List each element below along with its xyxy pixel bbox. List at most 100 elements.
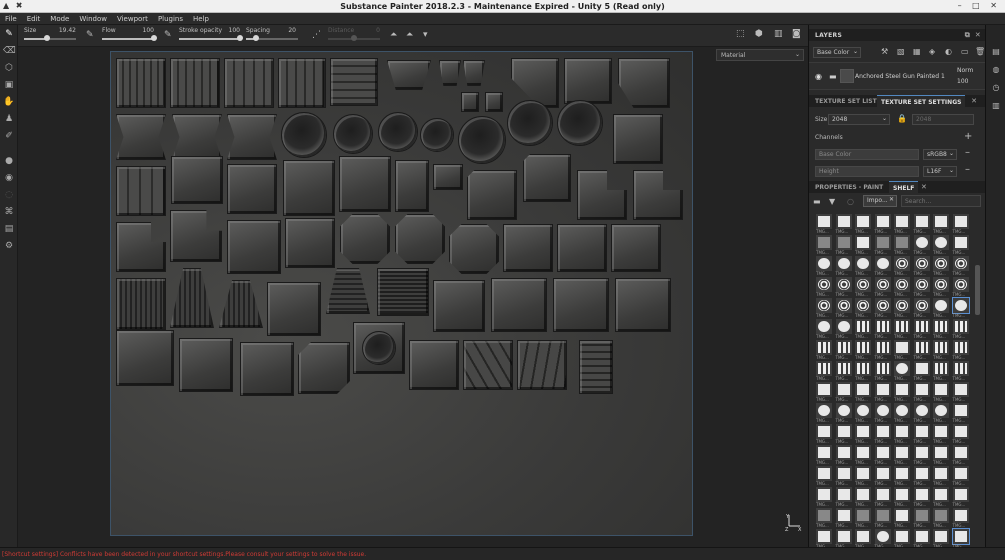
shelf-item[interactable]: TMG... bbox=[815, 508, 833, 529]
flow-slider[interactable] bbox=[102, 35, 157, 41]
shelf-item[interactable]: TMG... bbox=[893, 403, 911, 424]
shelf-item[interactable]: TMG... bbox=[913, 424, 931, 445]
shelf-item[interactable]: TMG... bbox=[815, 403, 833, 424]
shelf-item[interactable]: TMG... bbox=[854, 340, 872, 361]
shelf-item[interactable]: TMG... bbox=[893, 424, 911, 445]
shelf-item[interactable]: TMG... bbox=[854, 382, 872, 403]
shelf-item[interactable]: TMG... bbox=[913, 340, 931, 361]
shelf-item[interactable]: TMG... bbox=[932, 445, 950, 466]
shelf-item[interactable]: TMG... bbox=[835, 256, 853, 277]
add-effect-icon[interactable]: ⚒ bbox=[881, 47, 888, 56]
shelf-item[interactable]: TMG... bbox=[913, 445, 931, 466]
tab-texture-set-settings[interactable]: TEXTURE SET SETTINGS bbox=[877, 95, 966, 107]
shelf-item[interactable]: TMG... bbox=[815, 445, 833, 466]
menu-edit[interactable]: Edit bbox=[22, 13, 46, 23]
shelf-item[interactable]: TMG... bbox=[835, 403, 853, 424]
shelf-item[interactable]: TMG... bbox=[893, 277, 911, 298]
stroke-opacity-value[interactable]: 100 bbox=[224, 27, 240, 34]
shelf-item[interactable]: TMG... bbox=[854, 361, 872, 382]
symmetry-options-icon[interactable]: ▾ bbox=[423, 30, 428, 40]
shelf-item[interactable]: TMG... bbox=[874, 277, 892, 298]
shelf-item[interactable]: TMG... bbox=[893, 466, 911, 487]
shelf-item[interactable]: TMG... bbox=[932, 214, 950, 235]
shelf-item[interactable]: TMG... bbox=[932, 529, 950, 547]
shelf-item[interactable]: TMG... bbox=[913, 277, 931, 298]
shelf-item[interactable]: TMG... bbox=[815, 529, 833, 547]
remove-channel-icon[interactable]: – bbox=[965, 147, 970, 158]
shelf-item[interactable]: TMG... bbox=[893, 298, 911, 319]
shelf-item[interactable]: TMG... bbox=[952, 424, 970, 445]
shelf-item[interactable]: TMG... bbox=[952, 403, 970, 424]
remove-channel-icon[interactable]: – bbox=[965, 164, 970, 175]
eraser-icon[interactable]: ⌫ bbox=[3, 45, 16, 57]
shelf-item[interactable]: TMG... bbox=[874, 466, 892, 487]
shelf-item[interactable]: TMG... bbox=[932, 508, 950, 529]
shelf-item[interactable]: TMG... bbox=[952, 319, 970, 340]
shelf-item[interactable]: TMG... bbox=[913, 382, 931, 403]
shelf-filter-tag[interactable]: Impo... ✕ bbox=[863, 195, 897, 207]
shelf-item[interactable]: TMG... bbox=[835, 382, 853, 403]
menu-plugins[interactable]: Plugins bbox=[153, 13, 188, 23]
shelf-item[interactable]: TMG... bbox=[835, 214, 853, 235]
shelf-item[interactable]: TMG... bbox=[854, 424, 872, 445]
shelf-item[interactable]: TMG... bbox=[893, 529, 911, 547]
settings-gear-icon[interactable]: ⚙ bbox=[3, 240, 15, 252]
close-icon[interactable]: ✕ bbox=[975, 31, 981, 39]
shelf-item[interactable]: TMG... bbox=[913, 529, 931, 547]
shelf-item[interactable]: TMG... bbox=[815, 214, 833, 235]
shelf-item[interactable]: TMG... bbox=[952, 466, 970, 487]
projection-icon[interactable]: ⬡ bbox=[3, 62, 15, 74]
shelf-item[interactable]: TMG... bbox=[893, 487, 911, 508]
add-channel-icon[interactable]: + bbox=[964, 131, 972, 142]
shelf-item[interactable]: TMG... bbox=[913, 487, 931, 508]
filter-icon[interactable]: ▼ bbox=[829, 197, 835, 206]
texture-2d-view[interactable] bbox=[110, 51, 693, 536]
menu-help[interactable]: Help bbox=[188, 13, 214, 23]
shelf-item[interactable]: TMG... bbox=[874, 487, 892, 508]
shelf-item[interactable]: TMG... bbox=[893, 235, 911, 256]
shelf-item[interactable]: TMG... bbox=[854, 403, 872, 424]
shelf-item[interactable]: TMG... bbox=[835, 529, 853, 547]
shelf-item[interactable]: TMG... bbox=[854, 319, 872, 340]
shelf-item[interactable]: TMG... bbox=[932, 319, 950, 340]
shelf-item[interactable]: TMG... bbox=[835, 466, 853, 487]
close-icon[interactable]: ✕ bbox=[921, 183, 927, 191]
shelf-item[interactable]: TMG... bbox=[913, 256, 931, 277]
shelf-item[interactable]: TMG... bbox=[932, 424, 950, 445]
shelf-item[interactable]: TMG... bbox=[952, 382, 970, 403]
shelf-item[interactable]: TMG... bbox=[874, 361, 892, 382]
export-icon[interactable]: ▤ bbox=[3, 223, 15, 235]
visibility-icon[interactable]: ◉ bbox=[815, 72, 822, 81]
2d-view-icon[interactable]: ▥ bbox=[774, 29, 783, 39]
screenshot-camera-icon[interactable]: ◙ bbox=[792, 29, 801, 39]
shelf-item[interactable]: TMG... bbox=[952, 508, 970, 529]
channel-format-select[interactable]: L16F ⌄ bbox=[923, 166, 957, 177]
shelf-item[interactable]: TMG... bbox=[893, 508, 911, 529]
shelf-item[interactable]: TMG... bbox=[874, 256, 892, 277]
undock-icon[interactable]: ⧉ bbox=[965, 31, 970, 40]
window-controls[interactable]: – □ ✕ bbox=[958, 1, 1001, 10]
shelf-item[interactable]: TMG... bbox=[913, 235, 931, 256]
shelf-item[interactable]: TMG... bbox=[952, 340, 970, 361]
shelf-item[interactable]: TMG... bbox=[913, 319, 931, 340]
shelf-item[interactable]: TMG... bbox=[815, 424, 833, 445]
shelf-item[interactable]: TMG... bbox=[951, 528, 970, 547]
shelf-item[interactable]: TMG... bbox=[835, 298, 853, 319]
shelf-item[interactable]: TMG... bbox=[874, 508, 892, 529]
layer-name[interactable]: Anchored Steel Gun Painted 1 bbox=[855, 73, 945, 80]
circle-icon[interactable]: ○ bbox=[847, 197, 854, 206]
shelf-item[interactable]: TMG... bbox=[835, 235, 853, 256]
shelf-item[interactable]: TMG... bbox=[815, 361, 833, 382]
shelf-item[interactable]: TMG... bbox=[835, 319, 853, 340]
shelf-item[interactable]: TMG... bbox=[815, 466, 833, 487]
stroke-opacity-slider[interactable] bbox=[179, 35, 243, 41]
tab-texture-set-list[interactable]: TEXTURE SET LIST bbox=[811, 95, 881, 107]
shelf-item[interactable]: TMG... bbox=[854, 529, 872, 547]
size-slider[interactable] bbox=[24, 35, 76, 41]
clone-stamp-icon[interactable]: ♟ bbox=[3, 113, 15, 125]
spacing-value[interactable]: 20 bbox=[284, 27, 296, 34]
shelf-item[interactable]: TMG... bbox=[874, 445, 892, 466]
shelf-item[interactable]: TMG... bbox=[893, 256, 911, 277]
shelf-item[interactable]: TMG... bbox=[932, 277, 950, 298]
add-folder-icon[interactable]: ▭ bbox=[961, 47, 969, 56]
